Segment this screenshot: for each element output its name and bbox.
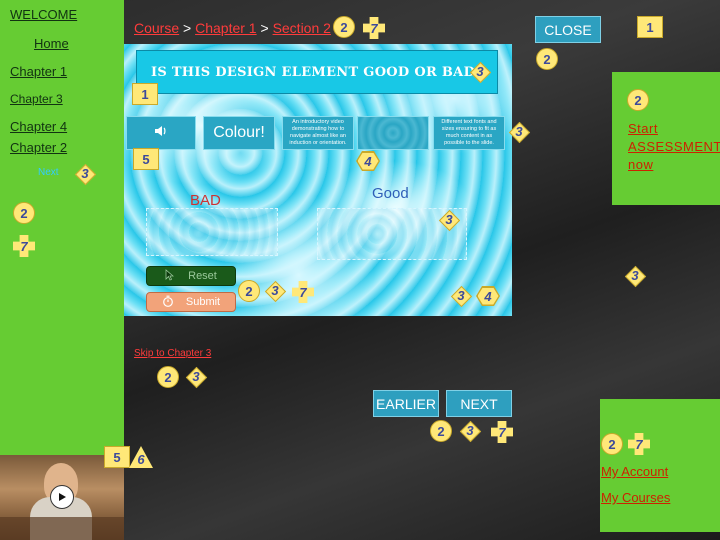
marker-2-circle: 2 — [13, 202, 35, 224]
marker-3-diamond: 3 — [510, 123, 528, 141]
breadcrumb-chapter-link[interactable]: Chapter 1 — [195, 20, 256, 36]
breadcrumb-separator: > — [183, 20, 192, 36]
good-label: Good — [372, 185, 409, 202]
submit-button[interactable]: Submit — [146, 292, 236, 312]
breadcrumb-section-link[interactable]: Section 2 — [273, 20, 331, 36]
timer-icon — [162, 295, 174, 310]
marker-1-square: 1 — [637, 16, 663, 38]
assessment-panel: 2 Start ASSESSMENT now — [612, 72, 720, 205]
marker-6-triangle: 6 — [129, 446, 153, 468]
marker-3-diamond: 3 — [461, 422, 479, 440]
marker-3-diamond: 3 — [626, 267, 644, 285]
reset-label: Reset — [188, 270, 217, 282]
cursor-icon — [165, 268, 175, 284]
breadcrumb-course-link[interactable]: Course — [134, 20, 179, 36]
play-icon[interactable] — [50, 485, 74, 509]
pattern-option-tile[interactable] — [357, 116, 429, 150]
fonts-option-tile[interactable]: Different text fonts and sizes ensuring … — [433, 116, 505, 150]
marker-3-diamond: 3 — [452, 287, 470, 305]
my-account-link[interactable]: My Account — [601, 464, 668, 479]
speaker-icon — [154, 124, 168, 143]
marker-2-circle: 2 — [157, 366, 179, 388]
marker-2-circle: 2 — [601, 433, 623, 455]
question-banner: IS THIS DESIGN ELEMENT GOOD OR BAD? — [136, 50, 498, 94]
colour-option-tile[interactable]: Colour! — [203, 116, 275, 150]
marker-3-diamond: 3 — [471, 63, 489, 81]
marker-5-square: 5 — [133, 148, 159, 170]
marker-3-diamond: 3 — [266, 282, 284, 300]
marker-5-square: 5 — [104, 446, 130, 468]
my-courses-link[interactable]: My Courses — [601, 490, 670, 505]
desk — [0, 517, 124, 540]
marker-1-square: 1 — [132, 83, 158, 105]
nav-welcome[interactable]: WELCOME — [10, 7, 77, 22]
marker-7-cross: 7 — [13, 235, 35, 257]
marker-2-circle: 2 — [238, 280, 260, 302]
account-panel: 2 7 My Account My Courses — [600, 399, 720, 532]
reset-button[interactable]: Reset — [146, 266, 236, 286]
marker-3-diamond: 3 — [440, 211, 458, 229]
nav-home[interactable]: Home — [34, 36, 69, 51]
bad-drop-zone[interactable] — [146, 208, 278, 256]
left-nav-panel: WELCOME Home Chapter 1 Chapter 3 Chapter… — [0, 0, 124, 455]
start-assessment-link[interactable]: Start ASSESSMENT now — [628, 120, 720, 174]
nav-chapter-3[interactable]: Chapter 3 — [10, 92, 63, 106]
marker-7-cross: 7 — [363, 17, 385, 39]
marker-3-diamond: 3 — [76, 165, 94, 183]
nav-chapter-4[interactable]: Chapter 4 — [10, 119, 67, 134]
marker-7-cross: 7 — [491, 421, 513, 443]
video-option-tile[interactable]: An introductory video demonstrating how … — [282, 116, 354, 150]
marker-7-cross: 7 — [628, 433, 650, 455]
marker-2-circle: 2 — [333, 16, 355, 38]
bad-label: BAD — [190, 192, 221, 209]
nav-chapter-2[interactable]: Chapter 2 — [10, 140, 67, 155]
marker-2-circle: 2 — [536, 48, 558, 70]
nav-chapter-1[interactable]: Chapter 1 — [10, 64, 67, 79]
breadcrumb-separator: > — [260, 20, 269, 36]
marker-2-circle: 2 — [430, 420, 452, 442]
breadcrumb: Course > Chapter 1 > Section 2 — [134, 20, 331, 36]
earlier-button[interactable]: EARLIER — [373, 390, 439, 417]
next-button[interactable]: NEXT — [446, 390, 512, 417]
close-button[interactable]: CLOSE — [535, 16, 601, 43]
audio-option-tile[interactable] — [126, 116, 196, 150]
marker-2-circle: 2 — [627, 89, 649, 111]
slide-canvas: IS THIS DESIGN ELEMENT GOOD OR BAD? Colo… — [124, 44, 512, 316]
skip-to-chapter-link[interactable]: Skip to Chapter 3 — [134, 348, 211, 359]
nav-next-link[interactable]: Next — [38, 167, 59, 178]
marker-3-diamond: 3 — [187, 368, 205, 386]
submit-label: Submit — [185, 296, 221, 308]
